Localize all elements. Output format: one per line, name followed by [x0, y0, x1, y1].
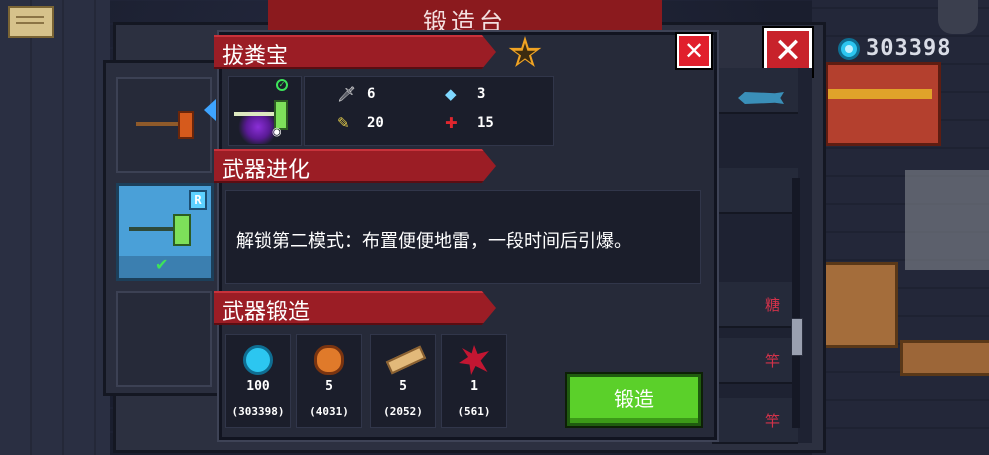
rarity-badge: R — [189, 190, 207, 210]
owned-check-icon: ✓ — [276, 79, 288, 91]
evolution-description: 解锁第二模式：布置便便地雷，一段时间后引爆。 — [236, 231, 632, 252]
scrollbar-track[interactable] — [792, 178, 800, 428]
check-icon: ✔ — [155, 255, 169, 274]
fish-weapon-icon — [738, 92, 784, 104]
material-required: 5 — [325, 379, 333, 394]
gem-icon — [838, 38, 860, 60]
material-owned: (303398) — [231, 405, 285, 418]
weapon-slot-empty[interactable] — [116, 291, 212, 387]
weapon-stats: 🗡 6 ◆ 3 ✎ 20 ✚ 15 — [304, 76, 554, 146]
evolution-description-box: 解锁第二模式：布置便便地雷，一段时间后引爆。 — [225, 190, 701, 284]
gem-icon — [243, 345, 273, 375]
material-required: 100 — [246, 379, 270, 394]
material-wood: 5 (2052) — [370, 334, 436, 428]
material-leaf: 1 (561) — [441, 334, 507, 428]
npc-figure — [938, 0, 978, 34]
dialog-close-button[interactable]: ✕ — [677, 34, 711, 68]
plunger-evolved-icon — [129, 212, 199, 246]
red-leaf-icon — [459, 345, 489, 375]
plunger-icon — [136, 109, 196, 139]
list-item[interactable]: 竿 — [712, 398, 798, 444]
material-owned: (2052) — [383, 405, 423, 418]
treasure-chest — [825, 62, 941, 146]
ore-icon — [314, 345, 344, 375]
scrollbar-thumb[interactable] — [791, 318, 803, 356]
material-gem: 100 (303398) — [225, 334, 291, 428]
wooden-crate — [822, 262, 898, 348]
energy-diamond-icon: ◆ — [445, 85, 457, 103]
forging-heading: 武器锻造 — [222, 300, 311, 325]
list-item[interactable]: 竿 — [712, 338, 798, 384]
evolution-heading: 武器进化 — [222, 158, 311, 183]
evolution-ribbon: 武器进化 — [214, 149, 496, 183]
accuracy-value: 15 — [477, 115, 494, 131]
gems-total: 303398 — [866, 36, 952, 61]
list-item[interactable]: 糖 — [712, 282, 798, 328]
selection-arrow-icon — [204, 99, 216, 121]
forging-ribbon: 武器锻造 — [214, 291, 496, 325]
forge-window-title-banner: 锻造台 — [268, 0, 662, 36]
material-owned: (561) — [457, 405, 491, 418]
wood-plank-icon — [385, 345, 427, 375]
weapon-slot-evolved[interactable]: R ✔ — [116, 183, 214, 281]
eye-icon: ◉ — [272, 125, 282, 138]
weapon-name-ribbon: 拔粪宝 — [214, 35, 496, 69]
weapon-slot-base[interactable] — [116, 77, 212, 173]
damage-value: 6 — [367, 86, 376, 102]
material-required: 1 — [470, 379, 478, 394]
material-required: 5 — [399, 379, 407, 394]
energy-value: 3 — [477, 86, 486, 102]
wall-sign — [8, 6, 54, 38]
damage-sword-icon: 🗡 — [337, 85, 357, 103]
list-item[interactable] — [712, 68, 798, 114]
accuracy-cross-icon: ✚ — [445, 114, 458, 132]
plunger-preview-icon — [234, 100, 294, 130]
crit-feather-icon: ✎ — [337, 114, 350, 132]
forge-button[interactable]: 锻造 — [567, 374, 701, 426]
wooden-bench — [900, 340, 989, 376]
cloth-cover — [905, 170, 989, 270]
material-ore: 5 (4031) — [296, 334, 362, 428]
material-owned: (4031) — [309, 405, 349, 418]
list-item[interactable] — [712, 168, 798, 214]
weapon-name: 拔粪宝 — [222, 44, 289, 69]
left-wall — [0, 0, 110, 455]
crit-value: 20 — [367, 115, 384, 131]
